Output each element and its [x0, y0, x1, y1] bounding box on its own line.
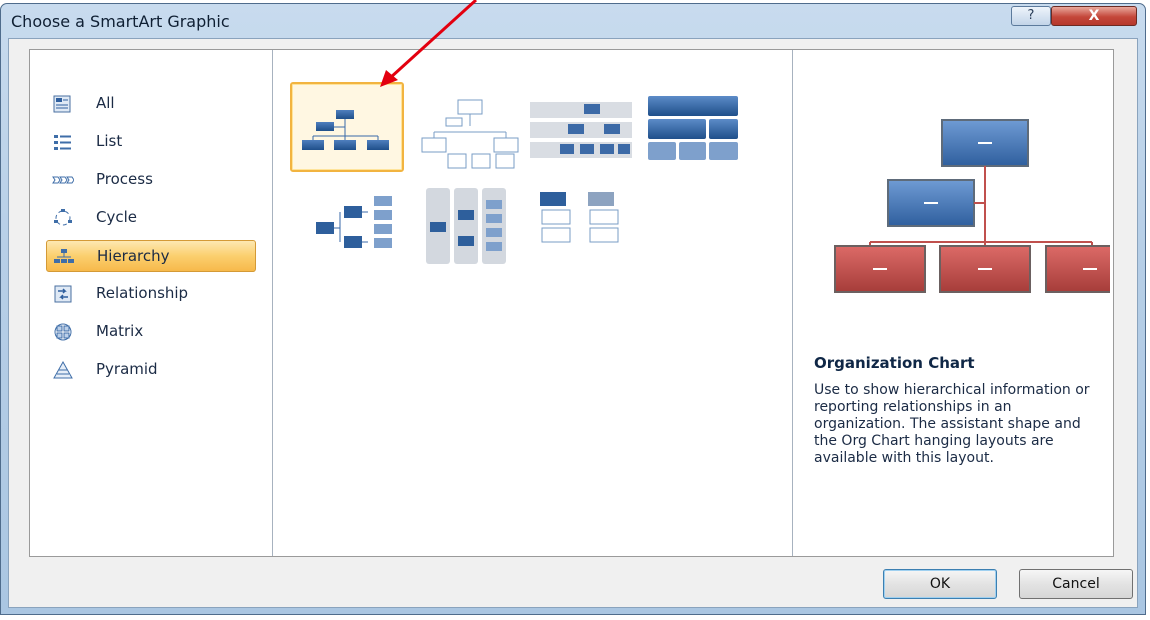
cancel-button[interactable]: Cancel [1019, 569, 1133, 599]
layout-name-and-title-org-chart[interactable] [410, 82, 524, 172]
category-label: Pyramid [96, 360, 158, 378]
name-title-org-chart-thumbnail-icon [421, 99, 519, 169]
list-icon [54, 135, 71, 150]
labeled-hierarchy-thumbnail-icon [530, 102, 632, 158]
preview-title: Organization Chart [814, 354, 975, 372]
dialog-title: Choose a SmartArt Graphic [11, 12, 230, 31]
ok-button[interactable]: OK [883, 569, 997, 599]
layout-labeled-hierarchy[interactable] [524, 82, 638, 172]
layout-organization-chart[interactable] [290, 82, 404, 172]
pyramid-icon [53, 361, 73, 379]
category-label: Hierarchy [97, 247, 170, 265]
category-all[interactable]: All [46, 88, 256, 120]
category-label: List [96, 132, 123, 150]
category-process[interactable]: Process [46, 164, 256, 196]
matrix-icon [54, 323, 72, 341]
category-hierarchy[interactable]: Hierarchy [46, 240, 256, 272]
close-button[interactable]: X [1051, 6, 1137, 26]
hierarchy-icon [54, 249, 74, 263]
preview-diagram [834, 119, 1110, 293]
category-label: Process [96, 170, 153, 188]
pane-divider [792, 50, 793, 556]
layout-hierarchy-list[interactable] [524, 180, 638, 270]
category-label: Cycle [96, 208, 137, 226]
all-icon [53, 95, 71, 113]
preview-description: Use to show hierarchical information or … [814, 382, 1090, 466]
title-bar: Choose a SmartArt Graphic ? X [1, 4, 1145, 40]
process-icon [52, 176, 74, 184]
smartart-dialog: Choose a SmartArt Graphic ? X All List P… [0, 3, 1146, 615]
category-cycle[interactable]: Cycle [46, 202, 256, 234]
layout-horizontal-labeled-hierarchy[interactable] [410, 180, 524, 270]
category-label: Matrix [96, 322, 144, 340]
help-button[interactable]: ? [1011, 6, 1051, 26]
layout-horizontal-hierarchy[interactable] [296, 180, 410, 270]
pane-divider [272, 50, 273, 556]
table-hierarchy-thumbnail-icon [648, 96, 738, 160]
horizontal-hierarchy-thumbnail-icon [316, 196, 392, 248]
org-chart-thumbnail-icon [302, 110, 389, 150]
hierarchy-list-thumbnail-icon [540, 192, 619, 243]
content-panes: All List Process Cycle Hierarchy Relatio… [29, 49, 1114, 557]
category-relationship[interactable]: Relationship [46, 278, 256, 310]
category-label: All [96, 94, 115, 112]
relationship-icon [54, 285, 72, 303]
dialog-client-area: All List Process Cycle Hierarchy Relatio… [8, 38, 1138, 608]
category-matrix[interactable]: Matrix [46, 316, 256, 348]
category-label: Relationship [96, 284, 189, 302]
horizontal-labeled-hierarchy-thumbnail-icon [426, 188, 506, 264]
category-pyramid[interactable]: Pyramid [46, 354, 256, 386]
cycle-icon [54, 209, 72, 226]
category-list-item[interactable]: List [46, 126, 256, 158]
layout-table-hierarchy[interactable] [638, 82, 752, 172]
